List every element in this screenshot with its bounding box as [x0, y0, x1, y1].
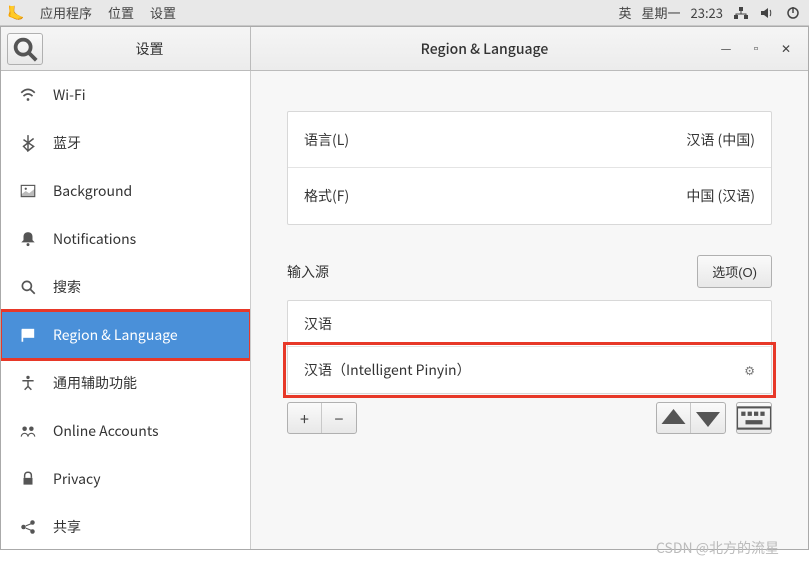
settings-window: 设置 Region & Language — ▫ ✕ Wi-Fi 蓝牙 Back… [0, 26, 809, 550]
network-icon[interactable] [733, 5, 749, 21]
language-row[interactable]: 语言(L) 汉语 (中国) [288, 112, 771, 168]
sidebar-item-notifications[interactable]: Notifications [1, 215, 250, 263]
accessibility-icon [19, 374, 37, 392]
sidebar-item-label: Privacy [53, 469, 101, 489]
keyboard-layout-button[interactable] [737, 403, 771, 433]
sidebar-item-label: Notifications [53, 229, 136, 249]
move-down-button[interactable] [691, 403, 725, 433]
menu-places[interactable]: 位置 [108, 3, 134, 22]
sidebar-item-bluetooth[interactable]: 蓝牙 [1, 119, 250, 167]
minimize-button[interactable]: — [718, 41, 734, 57]
close-button[interactable]: ✕ [778, 41, 794, 57]
remove-source-button[interactable]: − [322, 403, 356, 433]
accounts-icon [19, 422, 37, 440]
sidebar-item-accessibility[interactable]: 通用辅助功能 [1, 359, 250, 407]
sidebar-item-region-language[interactable]: Region & Language [1, 311, 250, 359]
time-label: 23:23 [691, 3, 723, 22]
sidebar-item-label: 通用辅助功能 [53, 373, 137, 393]
sidebar-item-share[interactable]: 共享 [1, 503, 250, 549]
flag-icon [19, 326, 37, 344]
share-icon [19, 518, 37, 536]
sidebar-item-privacy[interactable]: Privacy [1, 455, 250, 503]
sidebar-item-label: 蓝牙 [53, 133, 81, 153]
volume-icon[interactable] [759, 5, 775, 21]
day-label: 星期一 [642, 3, 681, 22]
options-button[interactable]: 选项(O) [697, 255, 772, 288]
sidebar-item-label: Wi-Fi [53, 85, 86, 105]
sidebar-item-label: 搜索 [53, 277, 81, 297]
formats-label: 格式(F) [304, 186, 349, 206]
background-icon [19, 182, 37, 200]
sidebar-item-label: Region & Language [53, 325, 178, 345]
input-sources-title: 输入源 [287, 262, 697, 282]
sidebar-title: 设置 [49, 39, 250, 59]
menu-applications[interactable]: 应用程序 [40, 3, 92, 22]
settings-sidebar: Wi-Fi 蓝牙 Background Notifications 搜索 Reg… [1, 71, 251, 549]
input-source-row[interactable]: 汉语（Intelligent Pinyin） ⚙ [288, 347, 771, 393]
input-source-list: 汉语 汉语（Intelligent Pinyin） ⚙ [287, 300, 772, 394]
language-value: 汉语 (中国) [686, 130, 755, 150]
power-icon[interactable] [785, 5, 801, 21]
formats-row[interactable]: 格式(F) 中国 (汉语) [288, 168, 771, 224]
sidebar-item-online-accounts[interactable]: Online Accounts [1, 407, 250, 455]
sidebar-item-background[interactable]: Background [1, 167, 250, 215]
sidebar-search-button[interactable] [7, 33, 43, 65]
language-label: 语言(L) [304, 130, 349, 150]
sidebar-item-wifi[interactable]: Wi-Fi [1, 71, 250, 119]
input-source-row[interactable]: 汉语 [288, 301, 771, 347]
gear-icon[interactable]: ⚙ [744, 362, 755, 379]
ime-indicator[interactable]: 英 [618, 3, 631, 22]
search-icon [19, 278, 37, 296]
window-titlebar: 设置 Region & Language — ▫ ✕ [1, 27, 808, 71]
sidebar-item-label: Online Accounts [53, 421, 159, 441]
bluetooth-icon [19, 134, 37, 152]
app-logo-icon: 🦶 [8, 5, 24, 21]
sidebar-item-label: Background [53, 181, 132, 201]
bell-icon [19, 230, 37, 248]
sidebar-item-search[interactable]: 搜索 [1, 263, 250, 311]
privacy-icon [19, 470, 37, 488]
content-panel: 语言(L) 汉语 (中国) 格式(F) 中国 (汉语) 输入源 选项(O) 汉语… [251, 71, 808, 549]
wifi-icon [19, 86, 37, 104]
region-panel: 语言(L) 汉语 (中国) 格式(F) 中国 (汉语) [287, 111, 772, 225]
formats-value: 中国 (汉语) [686, 186, 755, 206]
input-source-toolbar: + − [287, 402, 772, 434]
sidebar-item-label: 共享 [53, 517, 81, 537]
menu-settings[interactable]: 设置 [150, 3, 176, 22]
maximize-button[interactable]: ▫ [748, 41, 764, 57]
input-source-label: 汉语 [304, 314, 332, 334]
add-source-button[interactable]: + [288, 403, 322, 433]
desktop-top-bar: 🦶 应用程序 位置 设置 英 星期一 23:23 [0, 0, 809, 26]
page-title: Region & Language [251, 39, 718, 59]
input-source-label: 汉语（Intelligent Pinyin） [304, 360, 471, 380]
move-up-button[interactable] [657, 403, 691, 433]
